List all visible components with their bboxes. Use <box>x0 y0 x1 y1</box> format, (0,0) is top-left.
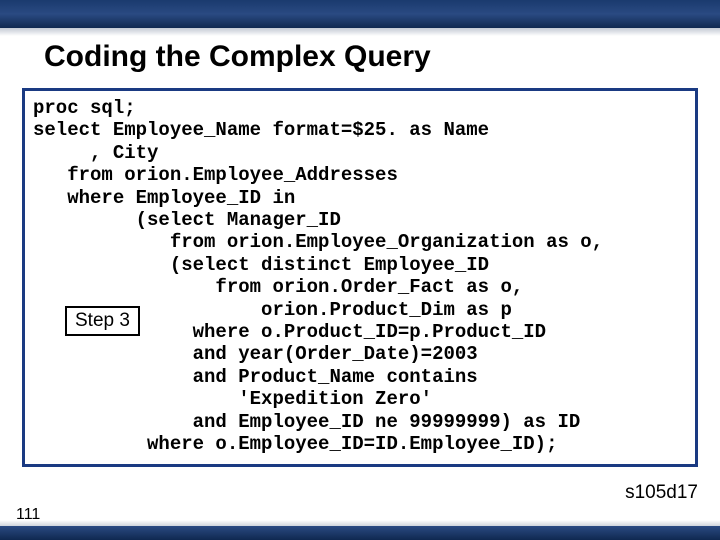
code-frame: proc sql; select Employee_Name format=$2… <box>22 88 698 467</box>
slide-id: s105d17 <box>625 482 698 504</box>
slide-title: Coding the Complex Query <box>0 28 720 88</box>
top-banner <box>0 0 720 28</box>
bottom-bar <box>0 526 720 540</box>
code-block: proc sql; select Employee_Name format=$2… <box>33 97 687 456</box>
step-label-box: Step 3 <box>65 306 140 336</box>
